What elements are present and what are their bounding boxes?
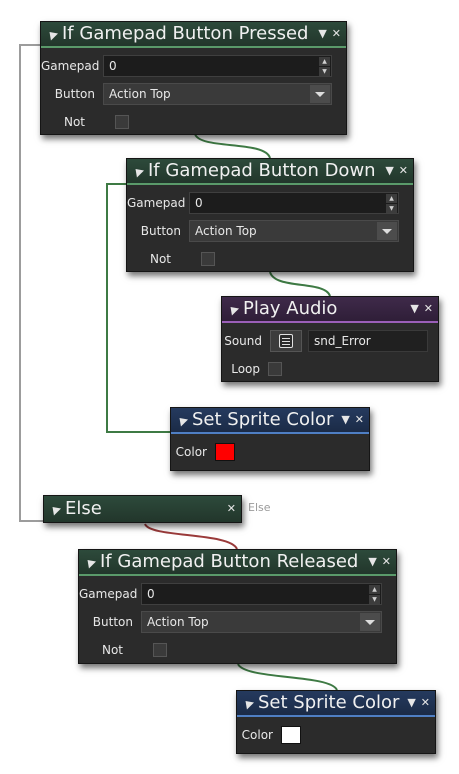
node-title: Else xyxy=(65,498,102,519)
not-checkbox[interactable] xyxy=(115,115,129,129)
gamepad-value: 0 xyxy=(147,587,155,601)
not-label: Not xyxy=(101,643,123,657)
dropdown-menu-icon[interactable]: ▼ xyxy=(407,691,415,715)
collapse-triangle-icon[interactable] xyxy=(83,555,97,569)
spin-up-icon[interactable]: ▲ xyxy=(319,57,330,66)
spin-up-icon[interactable]: ▲ xyxy=(369,585,380,594)
sound-field[interactable]: snd_Error xyxy=(308,330,428,352)
gamepad-value: 0 xyxy=(109,59,117,73)
button-select[interactable]: Action Top xyxy=(189,220,399,242)
close-icon[interactable]: ✕ xyxy=(332,22,341,46)
dropdown-menu-icon[interactable]: ▼ xyxy=(368,550,376,574)
not-checkbox[interactable] xyxy=(201,252,215,266)
collapse-triangle-icon[interactable] xyxy=(175,413,189,427)
node-header[interactable]: Else ✕ xyxy=(44,496,241,522)
node-header[interactable]: Play Audio ▼ ✕ xyxy=(222,297,438,323)
chevron-down-icon[interactable] xyxy=(377,222,397,240)
button-select-value: Action Top xyxy=(109,87,171,101)
play-audio-node[interactable]: Play Audio ▼ ✕ Sound snd_Error Loop xyxy=(221,296,439,382)
dropdown-menu-icon[interactable]: ▼ xyxy=(341,408,349,432)
collapse-triangle-icon[interactable] xyxy=(131,164,145,178)
loop-checkbox[interactable] xyxy=(268,362,282,376)
gamepad-input[interactable]: 0 ▲ ▼ xyxy=(141,583,382,605)
else-node[interactable]: Else ✕ xyxy=(43,495,242,523)
close-icon[interactable]: ✕ xyxy=(355,408,364,432)
chevron-down-icon[interactable] xyxy=(360,613,380,631)
node-title: If Gamepad Button Down xyxy=(148,160,376,181)
dropdown-menu-icon[interactable]: ▼ xyxy=(318,22,326,46)
node-title: Set Sprite Color xyxy=(192,409,334,430)
collapse-triangle-icon[interactable] xyxy=(241,696,255,710)
not-checkbox[interactable] xyxy=(153,643,167,657)
close-icon[interactable]: ✕ xyxy=(227,497,236,521)
gamepad-spinner[interactable]: ▲ ▼ xyxy=(386,194,397,213)
collapse-triangle-icon[interactable] xyxy=(45,27,59,41)
set-sprite-color-node[interactable]: Set Sprite Color ▼ ✕ Color xyxy=(236,690,436,754)
button-select[interactable]: Action Top xyxy=(103,83,332,105)
spin-up-icon[interactable]: ▲ xyxy=(386,194,397,203)
asset-browser-icon xyxy=(279,334,293,348)
button-select[interactable]: Action Top xyxy=(141,611,382,633)
spin-down-icon[interactable]: ▼ xyxy=(319,67,330,76)
close-icon[interactable]: ✕ xyxy=(399,159,408,183)
node-title: If Gamepad Button Released xyxy=(100,551,359,572)
collapse-triangle-icon[interactable] xyxy=(48,502,62,516)
button-select-value: Action Top xyxy=(147,615,209,629)
dropdown-menu-icon[interactable]: ▼ xyxy=(385,159,393,183)
color-label: Color xyxy=(241,728,273,742)
node-title: Set Sprite Color xyxy=(258,692,400,713)
not-label: Not xyxy=(63,115,85,129)
not-label: Not xyxy=(149,252,171,266)
color-swatch[interactable] xyxy=(215,443,235,461)
set-sprite-color-node[interactable]: Set Sprite Color ▼ ✕ Color xyxy=(170,407,370,471)
gamepad-spinner[interactable]: ▲ ▼ xyxy=(319,57,330,76)
close-icon[interactable]: ✕ xyxy=(382,550,391,574)
button-label: Button xyxy=(54,87,95,101)
close-icon[interactable]: ✕ xyxy=(421,691,430,715)
node-header[interactable]: Set Sprite Color ▼ ✕ xyxy=(237,691,435,717)
gamepad-label: Gamepad xyxy=(41,59,100,73)
gamepad-spinner[interactable]: ▲ ▼ xyxy=(369,585,380,604)
node-header[interactable]: If Gamepad Button Down ▼ ✕ xyxy=(127,159,413,185)
gamepad-value: 0 xyxy=(195,196,203,210)
chevron-down-icon[interactable] xyxy=(310,85,330,103)
gamepad-label: Gamepad xyxy=(79,587,138,601)
node-header[interactable]: If Gamepad Button Pressed ▼ ✕ xyxy=(41,22,346,48)
node-header[interactable]: If Gamepad Button Released ▼ ✕ xyxy=(79,550,396,576)
loop-label: Loop xyxy=(231,362,260,376)
button-select-value: Action Top xyxy=(195,224,257,238)
collapse-triangle-icon[interactable] xyxy=(226,302,240,316)
color-swatch[interactable] xyxy=(281,726,301,744)
if-gamepad-button-down-node[interactable]: If Gamepad Button Down ▼ ✕ Gamepad 0 ▲ ▼ … xyxy=(126,158,414,272)
if-gamepad-button-released-node[interactable]: If Gamepad Button Released ▼ ✕ Gamepad 0… xyxy=(78,549,397,664)
color-label: Color xyxy=(175,445,207,459)
asset-browser-button[interactable] xyxy=(270,330,302,352)
close-icon[interactable]: ✕ xyxy=(424,297,433,321)
node-title: Play Audio xyxy=(243,298,338,319)
dropdown-menu-icon[interactable]: ▼ xyxy=(410,297,418,321)
button-label: Button xyxy=(92,615,133,629)
gamepad-input[interactable]: 0 ▲ ▼ xyxy=(103,55,332,77)
gamepad-label: Gamepad xyxy=(127,196,186,210)
gamepad-input[interactable]: 0 ▲ ▼ xyxy=(189,192,399,214)
spin-down-icon[interactable]: ▼ xyxy=(386,204,397,213)
if-gamepad-button-pressed-node[interactable]: If Gamepad Button Pressed ▼ ✕ Gamepad 0 … xyxy=(40,21,347,135)
sound-value: snd_Error xyxy=(314,334,371,348)
node-title: If Gamepad Button Pressed xyxy=(62,23,309,44)
node-header[interactable]: Set Sprite Color ▼ ✕ xyxy=(171,408,369,434)
spin-down-icon[interactable]: ▼ xyxy=(369,595,380,604)
sound-label: Sound xyxy=(224,334,262,348)
button-label: Button xyxy=(140,224,181,238)
else-ghost-label: Else xyxy=(248,501,271,514)
